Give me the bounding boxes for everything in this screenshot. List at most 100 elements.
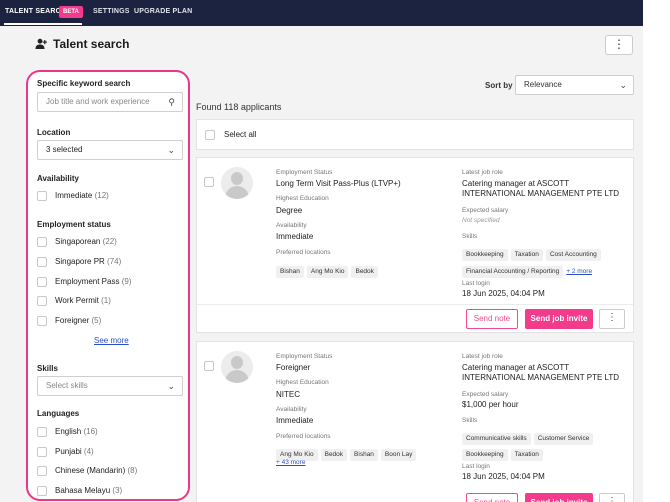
expected-salary-label: Expected salary [462,207,509,214]
kebab-icon: ⋮ [607,312,617,323]
avatar [221,351,253,383]
location-tag: Boon Lay [380,449,417,461]
sort-select[interactable]: Relevance ⌄ [515,75,634,95]
send-job-invite-button[interactable]: Send job invite [525,309,593,329]
last-login-value: 18 Jun 2025, 04:04 PM [462,289,545,298]
checkbox[interactable] [37,485,47,496]
latest-job-role-line2: INTERNATIONAL MANAGEMENT PTE LTD [462,373,620,382]
employment-status-label: Employment status [37,220,111,229]
expected-salary-value: Not specified [462,217,500,224]
avatar [221,167,253,199]
tab-upgrade-plan[interactable]: UPGRADE PLAN [134,8,192,15]
skills-more-link[interactable]: + 2 more [566,268,592,275]
availability-option-immediate[interactable]: Immediate (12) [37,190,109,202]
select-all-row[interactable]: Select all [196,119,634,150]
education-label: Highest Education [276,195,329,202]
page-title: Talent search [53,37,130,51]
location-label: Location [37,128,71,137]
availability-label: Availability [276,406,307,413]
checkbox[interactable] [37,256,47,267]
top-nav-bar: TALENT SEARCH BETA SETTINGS UPGRADE PLAN [0,0,670,26]
latest-job-role-line1: Catering manager at ASCOTT [462,363,570,372]
skill-tag: Taxation [510,449,543,461]
employment-status-label: Employment Status [276,353,333,360]
latest-job-role-label: Latest job role [462,353,503,360]
skill-tag: Bookkeeping [462,449,508,461]
language-option-punjabi[interactable]: Punjabi (4) [37,446,94,458]
employment-see-more-link[interactable]: See more [94,336,129,345]
keyword-search-placeholder: Job title and work experience [46,97,150,106]
send-job-invite-button[interactable]: Send job invite [525,493,593,502]
employment-status-value: Long Term Visit Pass-Plus (LTVP+) [276,179,401,188]
search-icon[interactable]: ⚲ [168,93,175,111]
results-count: Found 118 applicants [196,102,282,112]
availability-value: Immediate [276,416,314,425]
select-all-checkbox[interactable] [205,130,215,140]
tab-talent-search[interactable]: TALENT SEARCH [5,8,66,15]
education-value: NITEC [276,390,300,399]
chevron-down-icon: ⌄ [167,145,175,155]
latest-job-role-label: Latest job role [462,169,503,176]
right-gutter [643,0,670,502]
beta-badge: BETA [59,6,83,18]
sort-by-label: Sort by [485,81,513,90]
employment-option-foreigner[interactable]: Foreigner (5) [37,315,101,327]
checkbox[interactable] [37,236,47,247]
applicant-checkbox[interactable] [204,177,214,187]
send-note-button[interactable]: Send note [466,493,518,502]
skills-tags-row2: Bookkeeping Taxation [462,443,546,461]
applicant-checkbox[interactable] [204,361,214,371]
language-option-english[interactable]: English (16) [37,426,98,438]
keyword-search-input[interactable]: Job title and work experience ⚲ [37,92,183,112]
location-select[interactable]: 3 selected ⌄ [37,140,183,160]
send-note-button[interactable]: Send note [466,309,518,329]
education-value: Degree [276,206,303,215]
location-tag: Ang Mo Kio [306,266,349,278]
skills-label: Skills [462,417,478,424]
checkbox[interactable] [37,190,47,201]
checkbox[interactable] [37,465,47,476]
checkbox[interactable] [37,446,47,457]
chevron-down-icon: ⌄ [619,80,627,90]
language-option-bahasa-melayu[interactable]: Bahasa Melayu (3) [37,485,122,497]
checkbox[interactable] [37,295,47,306]
card-menu-button[interactable]: ⋮ [599,493,625,502]
education-label: Highest Education [276,379,329,386]
card-menu-button[interactable]: ⋮ [599,309,625,329]
preferred-locations-label: Preferred locations [276,249,331,256]
employment-option-singapore-pr[interactable]: Singapore PR (74) [37,256,121,268]
last-login-label: Last login [462,463,490,470]
location-tag: Bishan [350,449,378,461]
tab-settings[interactable]: SETTINGS [93,8,130,15]
select-all-label: Select all [224,130,257,139]
skills-label: Skills [462,233,478,240]
checkbox[interactable] [37,426,47,437]
location-tag: Bishan [276,266,304,278]
expected-salary-value: $1,000 per hour [462,400,519,409]
languages-label: Languages [37,409,80,418]
employment-option-employment-pass[interactable]: Employment Pass (9) [37,276,131,288]
employment-status-value: Foreigner [276,363,311,372]
skills-placeholder: Select skills [46,381,88,390]
checkbox[interactable] [37,276,47,287]
locations-more-link[interactable]: + 43 more [276,459,305,466]
language-option-chinese-mandarin[interactable]: Chinese (Mandarin) (8) [37,465,137,477]
chevron-down-icon: ⌄ [167,381,175,391]
applicant-card: Employment Status Long Term Visit Pass-P… [196,157,634,333]
expected-salary-label: Expected salary [462,391,509,398]
active-tab-indicator [4,23,82,25]
availability-label: Availability [276,222,307,229]
keyword-search-label: Specific keyword search [37,79,131,88]
applicant-card: Employment Status Foreigner Highest Educ… [196,341,634,502]
page-menu-button[interactable]: ⋮ [605,35,633,55]
skills-tags-row2: Financial Accounting / Reporting + 2 more [462,260,592,278]
employment-option-work-permit[interactable]: Work Permit (1) [37,295,111,307]
skill-tag: Financial Accounting / Reporting [462,266,564,278]
employment-option-singaporean[interactable]: Singaporean (22) [37,236,117,248]
latest-job-role-line1: Catering manager at ASCOTT [462,179,570,188]
preferred-locations-label: Preferred locations [276,433,331,440]
skills-select[interactable]: Select skills ⌄ [37,376,183,396]
checkbox[interactable] [37,315,47,326]
location-tag: Bedok [320,449,348,461]
last-login-label: Last login [462,280,490,287]
